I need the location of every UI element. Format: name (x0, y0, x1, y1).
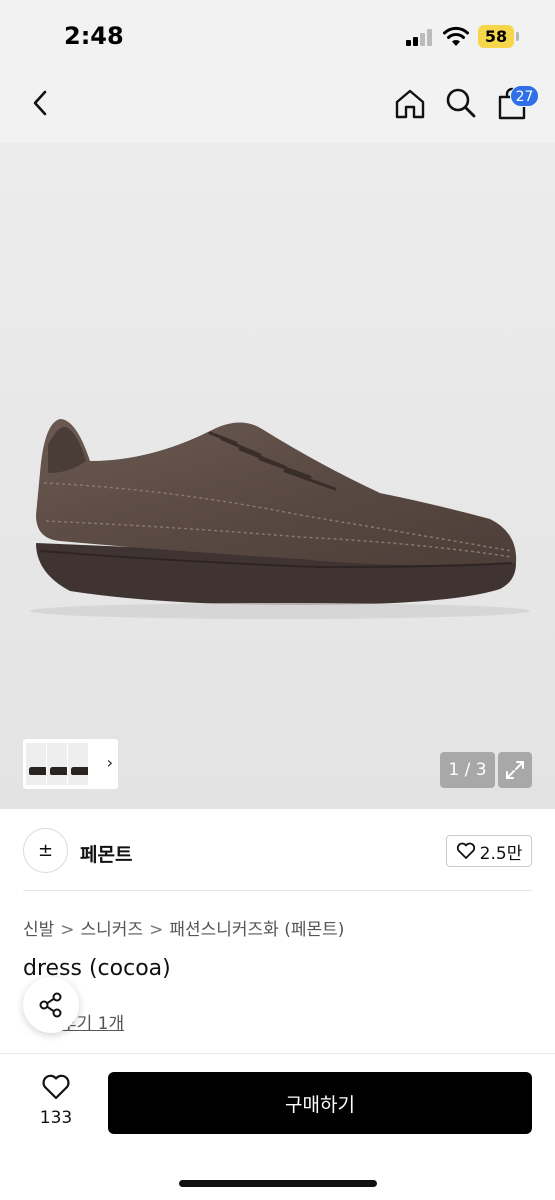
divider (23, 890, 532, 891)
breadcrumb-separator: > (60, 920, 75, 940)
top-navigation-bar (0, 70, 555, 143)
bottom-bar-divider (0, 1053, 555, 1054)
breadcrumb-item[interactable]: 스니커즈 (81, 920, 144, 940)
back-button[interactable] (24, 86, 58, 120)
store-logo[interactable]: ± (23, 828, 68, 873)
battery-indicator: 58 (478, 25, 514, 48)
store-name[interactable]: 페몬트 (80, 840, 132, 867)
product-image-gallery[interactable]: › 1 / 3 (0, 143, 555, 809)
cart-count-badge: 27 (510, 85, 539, 107)
status-bar: 2:48 58 (0, 0, 555, 70)
search-button[interactable] (444, 86, 478, 120)
like-count: 133 (39, 1108, 73, 1128)
image-page-indicator: 1 / 3 (440, 752, 495, 788)
buy-button[interactable]: 구매하기 (108, 1072, 532, 1134)
store-info-row: ± 페몬트 2.5만 (23, 826, 532, 876)
heart-outline-icon (456, 842, 475, 859)
share-button[interactable] (23, 977, 79, 1033)
expand-image-button[interactable] (498, 752, 532, 788)
home-button[interactable] (392, 86, 428, 122)
breadcrumb: 신발 > 스니커즈 > 패션스니커즈화 (페몬트) (23, 915, 344, 940)
breadcrumb-item[interactable]: 신발 (23, 920, 54, 940)
chevron-right-icon: › (106, 753, 113, 772)
share-icon (39, 992, 62, 1018)
home-icon (395, 89, 425, 119)
store-follow-button[interactable]: 2.5만 (446, 835, 532, 867)
follow-count: 2.5만 (479, 843, 523, 864)
breadcrumb-item[interactable]: 패션스니커즈화 (페몬트) (169, 920, 344, 940)
chevron-left-icon (33, 90, 47, 116)
heart-outline-icon (42, 1074, 70, 1100)
search-icon (446, 88, 476, 118)
home-indicator (179, 1180, 377, 1187)
thumbnail-strip[interactable]: › (23, 739, 118, 789)
battery-cap (516, 32, 519, 41)
thumbnail-3[interactable] (68, 743, 88, 785)
thumbnail-1[interactable] (26, 743, 46, 785)
cellular-signal-icon (406, 29, 434, 46)
thumbnail-2[interactable] (47, 743, 67, 785)
expand-icon (506, 761, 524, 779)
status-time: 2:48 (64, 22, 124, 50)
breadcrumb-separator: > (149, 920, 164, 940)
wifi-icon (443, 26, 469, 46)
product-image (30, 419, 530, 619)
like-button[interactable]: 133 (26, 1073, 86, 1128)
